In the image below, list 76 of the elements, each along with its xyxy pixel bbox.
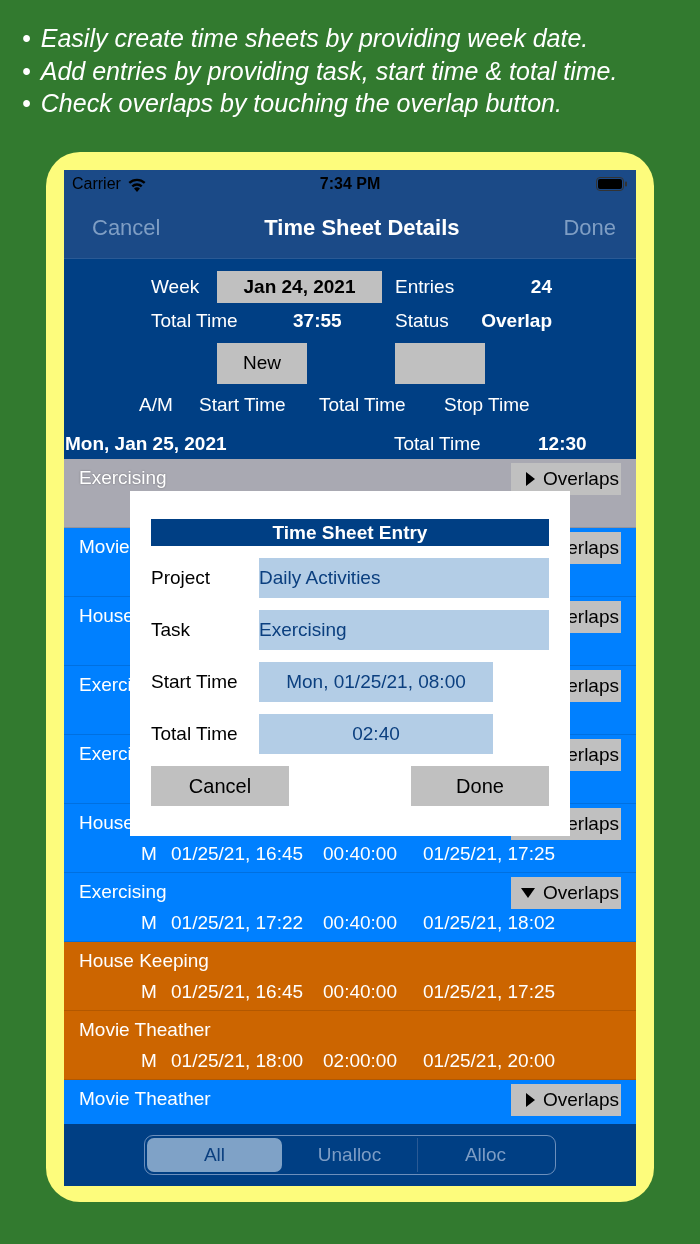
column-header: Total Time xyxy=(319,394,407,416)
entry-row[interactable]: Movie Theather M 01/25/21, 18:00 02:00:00 01/25/21, 20:00 xyxy=(64,1011,636,1080)
day-total-value: 12:30 xyxy=(538,433,587,455)
task-name: House Keeping xyxy=(79,950,209,972)
filter-tab[interactable]: Alloc xyxy=(417,1138,553,1172)
task-name: Exerci xyxy=(79,743,132,765)
column-header: Start Time xyxy=(199,394,287,416)
input-field[interactable]: Daily Activities xyxy=(259,558,549,598)
total-time-value: 37:55 xyxy=(293,310,343,332)
filter-tab[interactable]: Unalloc xyxy=(282,1138,417,1172)
caret-right-icon xyxy=(525,472,535,486)
task-name: Exercising xyxy=(79,467,167,489)
stop-time-cell: 01/25/21, 18:02 xyxy=(423,912,556,934)
caret-right-icon xyxy=(525,1093,535,1107)
stop-time-cell: 01/25/21, 20:00 xyxy=(423,1050,556,1072)
wifi-icon xyxy=(126,176,147,192)
task-name: Exercising xyxy=(79,881,167,903)
total-time-label: Total Time xyxy=(151,310,239,332)
field-label: Start Time xyxy=(151,671,239,693)
task-name: Movie xyxy=(79,536,130,558)
entry-row[interactable]: Exercising Overlaps M 01/25/21, 17:22 00:40:00 01/25/21, 18:02 xyxy=(64,873,636,942)
task-name: Movie Theather xyxy=(79,1019,211,1041)
field-label: Project xyxy=(151,567,212,589)
am-cell-text: M xyxy=(141,912,158,934)
week-date-button[interactable]: Jan 24, 2021 xyxy=(217,271,382,303)
bullet: • xyxy=(22,55,31,87)
total-time-cell-text: 00:40:00 xyxy=(323,981,398,1003)
caption-text: Add entries by providing task, start time & total time. xyxy=(40,55,618,87)
filter-tab[interactable]: All xyxy=(147,1138,282,1172)
entry-row[interactable]: House Keeping M 01/25/21, 16:45 00:40:00 01/25/21, 17:25 xyxy=(64,942,636,1011)
entries-value: 24 xyxy=(529,276,552,298)
status-value: Overlap xyxy=(480,310,552,332)
dialog-title: Time Sheet Entry xyxy=(151,519,549,546)
entries-label: Entries xyxy=(395,276,456,298)
am-cell-text: M xyxy=(141,981,158,1003)
blank-button[interactable] xyxy=(395,342,485,384)
dialog-done-button[interactable]: Done xyxy=(411,766,549,806)
field-label: Total Time xyxy=(151,723,239,745)
overlaps-button[interactable]: Overlaps xyxy=(511,1084,621,1116)
start-time-cell-text: 01/25/21, 16:45 xyxy=(171,981,305,1003)
start-time-cell-text: 01/25/21, 17:22 xyxy=(171,912,305,934)
am-cell-text: M xyxy=(141,843,158,865)
clock-time: 7:34 PM xyxy=(319,175,381,193)
stop-time-cell: 01/25/21, 17:25 xyxy=(423,981,556,1003)
task-name: Exerci xyxy=(79,674,132,696)
nav-title: Time Sheet Details xyxy=(264,215,460,241)
field-label: Task xyxy=(151,619,192,641)
task-name: Movie Theather xyxy=(79,1088,211,1110)
caption-text: Easily create time sheets by providing week date. xyxy=(40,23,589,54)
input-field[interactable]: Exercising xyxy=(259,610,549,650)
column-header: Stop Time xyxy=(444,394,530,416)
overlaps-button[interactable]: Overlaps xyxy=(511,877,621,909)
week-label: Week xyxy=(151,276,201,298)
overlaps-button[interactable]: Overlaps xyxy=(511,463,621,495)
caret-down-icon xyxy=(520,888,535,898)
column-header: A/M xyxy=(139,394,174,416)
total-time-cell-text: 00:40:00 xyxy=(323,912,398,934)
time-picker-field[interactable]: Mon, 01/25/21, 08:00 xyxy=(259,662,493,702)
battery-icon xyxy=(596,177,628,191)
carrier-label: Carrier xyxy=(72,175,121,193)
am-cell-text: M xyxy=(141,1050,158,1072)
start-time-cell-text: 01/25/21, 16:45 xyxy=(171,843,305,865)
stop-time-cell: 01/25/21, 17:25 xyxy=(423,843,556,865)
bullet: • xyxy=(22,88,31,119)
start-time-cell-text: 01/25/21, 18:00 xyxy=(171,1050,305,1072)
total-time-cell-text: 00:40:00 xyxy=(323,843,398,865)
new-button[interactable]: New xyxy=(217,342,307,384)
caption-text: Check overlaps by touching the overlap button. xyxy=(40,88,562,119)
status-label: Status xyxy=(395,310,450,332)
bullet: • xyxy=(22,23,31,54)
day-total-label: Total Time xyxy=(394,433,482,455)
day-date: Mon, Jan 25, 2021 xyxy=(65,433,228,455)
dialog-cancel-button[interactable]: Cancel xyxy=(151,766,289,806)
time-picker-field[interactable]: 02:40 xyxy=(259,714,493,754)
total-time-cell-text: 02:00:00 xyxy=(323,1050,398,1072)
entry-row[interactable]: Movie Theather Overlaps xyxy=(64,1080,636,1124)
